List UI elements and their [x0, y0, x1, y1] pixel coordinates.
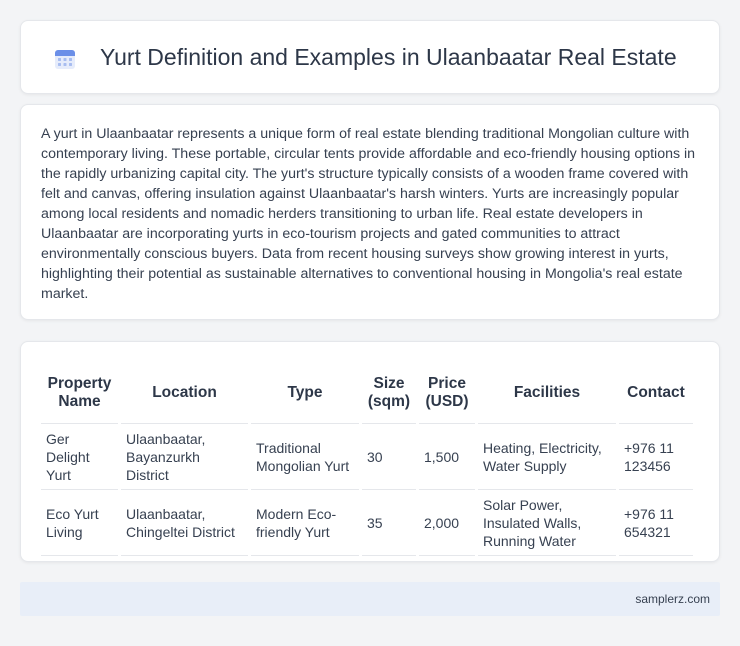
cell-facilities: Heating, Electricity, Water Supply	[478, 424, 616, 490]
cell-type: Traditional Mongolian Yurt	[251, 424, 359, 490]
cell-contact: +976 11 123456	[619, 424, 693, 490]
table-row: Ger Delight Yurt Ulaanbaatar, Bayanzurkh…	[41, 424, 693, 490]
cell-contact: +976 11 654321	[619, 490, 693, 556]
footer-site-link[interactable]: samplerz.com	[635, 592, 710, 606]
cell-price: 1,500	[419, 424, 475, 490]
title-card: Yurt Definition and Examples in Ulaanbaa…	[20, 20, 720, 94]
cell-facilities: Solar Power, Insulated Walls, Running Wa…	[478, 490, 616, 556]
cell-location: Ulaanbaatar, Chingeltei District	[121, 490, 248, 556]
cell-size: 30	[362, 424, 416, 490]
table-header-row: Property Name Location Type Size (sqm) P…	[41, 362, 693, 424]
intro-paragraph: A yurt in Ulaanbaatar represents a uniqu…	[41, 126, 696, 302]
cell-size: 35	[362, 490, 416, 556]
cell-type: Modern Eco-friendly Yurt	[251, 490, 359, 556]
calendar-icon	[55, 50, 75, 69]
cell-location: Ulaanbaatar, Bayanzurkh District	[121, 424, 248, 490]
listings-card: Property Name Location Type Size (sqm) P…	[20, 341, 720, 562]
column-header-location: Location	[121, 362, 248, 424]
cell-property-name: Ger Delight Yurt	[41, 424, 118, 490]
column-header-type: Type	[251, 362, 359, 424]
cell-property-name: Eco Yurt Living	[41, 490, 118, 556]
page-title: Yurt Definition and Examples in Ulaanbaa…	[100, 44, 677, 70]
column-header-contact: Contact	[619, 362, 693, 424]
column-header-facilities: Facilities	[478, 362, 616, 424]
cell-price: 2,000	[419, 490, 475, 556]
column-header-property-name: Property Name	[41, 362, 118, 424]
intro-card: A yurt in Ulaanbaatar represents a uniqu…	[20, 104, 720, 320]
table-row: Eco Yurt Living Ulaanbaatar, Chingeltei …	[41, 490, 693, 556]
listings-table: Property Name Location Type Size (sqm) P…	[38, 362, 696, 556]
column-header-price: Price (USD)	[419, 362, 475, 424]
column-header-size: Size (sqm)	[362, 362, 416, 424]
footer-bar: samplerz.com	[20, 582, 720, 616]
